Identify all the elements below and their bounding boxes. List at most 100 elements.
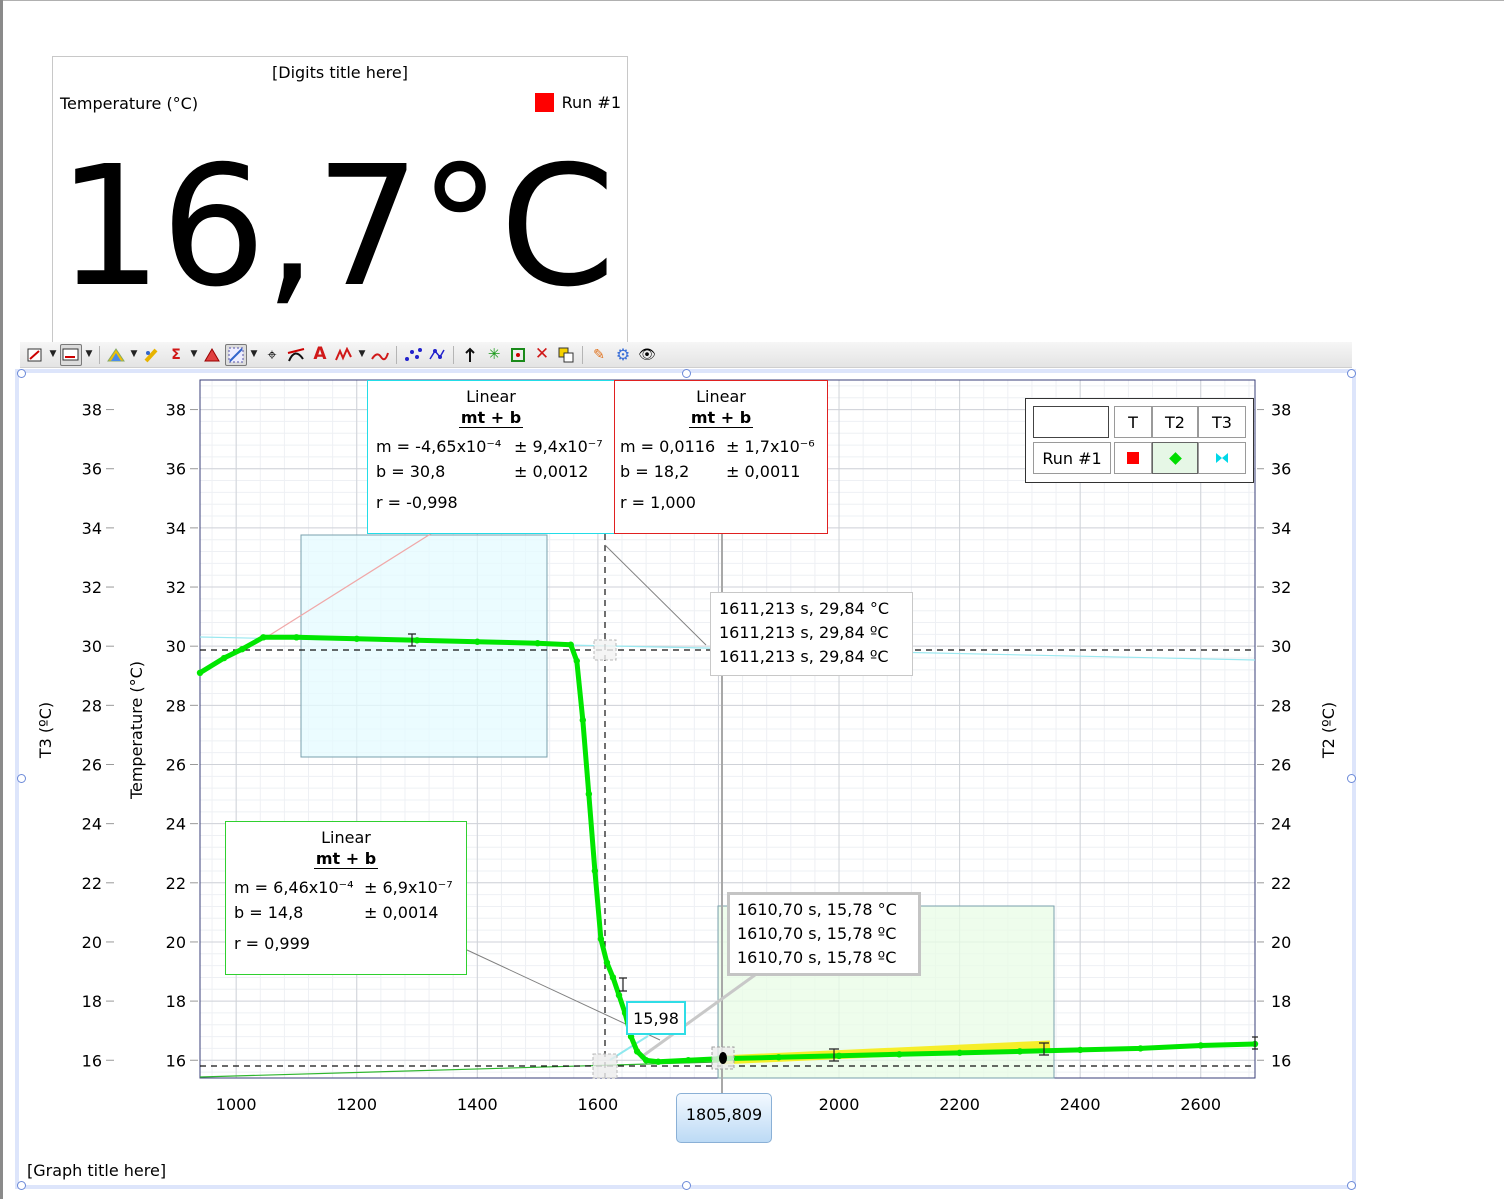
data-point — [1137, 1045, 1144, 1052]
t3-tick-label: 26 — [82, 755, 102, 774]
examine-tooltip-top[interactable]: 1611,213 s, 29,84 °C 1611,213 s, 29,84 º… — [710, 592, 913, 676]
examine-tooltip-bottom[interactable]: 1610,70 s, 15,78 °C 1610,70 s, 15,78 ºC … — [727, 892, 921, 976]
square-marker-icon — [1127, 452, 1139, 464]
fit-green-head: Linear — [321, 828, 371, 847]
fit-green-r: r = 0,999 — [234, 934, 310, 953]
x-tick-label: 2200 — [939, 1095, 980, 1114]
fit-cyan-formula: mt + b — [458, 408, 524, 428]
fit-red-m-err: ± 1,7x10⁻⁶ — [726, 437, 815, 456]
data-point — [220, 654, 228, 662]
tooltip-bottom-line-2: 1610,70 s, 15,78 ºC — [737, 924, 897, 943]
tooltip-bottom-line-3: 1610,70 s, 15,78 ºC — [737, 948, 897, 967]
data-point — [1197, 1042, 1204, 1049]
fit-red-b: b = 18,2 — [620, 462, 690, 481]
value-label[interactable]: 15,98 — [626, 1001, 686, 1035]
data-point — [567, 641, 574, 648]
t3-tick-label: 34 — [82, 519, 102, 538]
tooltip-top-line-2: 1611,213 s, 29,84 ºC — [719, 623, 889, 642]
x-cursor-badge[interactable]: 1805,809 — [676, 1093, 772, 1143]
legend-run-label: Run #1 — [1033, 442, 1111, 474]
x-tick-label: 2600 — [1180, 1095, 1221, 1114]
legend-T3-marker[interactable] — [1198, 442, 1246, 474]
legend-corner-cell — [1033, 406, 1109, 438]
data-point — [534, 640, 541, 647]
x-tick-label: 2400 — [1060, 1095, 1101, 1114]
data-point — [353, 635, 360, 642]
tooltip-top-line-1: 1611,213 s, 29,84 °C — [719, 599, 889, 618]
data-point — [579, 716, 587, 724]
t3-tick-label: 38 — [82, 401, 102, 420]
bowtie-marker-icon — [1216, 453, 1228, 463]
temperature-tick-label: 18 — [166, 992, 186, 1011]
data-point — [585, 790, 593, 798]
data-point — [591, 867, 599, 875]
data-point — [633, 1048, 641, 1055]
x-tick-label: 1200 — [336, 1095, 377, 1114]
fit-cyan-head: Linear — [466, 387, 516, 406]
t3-tick-label: 36 — [82, 460, 102, 479]
data-point — [1016, 1048, 1024, 1055]
crosshair-handle-bottom[interactable] — [592, 1053, 618, 1079]
t3-tick-label: 28 — [82, 696, 102, 715]
data-point — [293, 634, 300, 641]
t2-tick-label: 28 — [1271, 696, 1291, 715]
fit-cyan-m-err: ± 9,4x10⁻⁷ — [514, 437, 603, 456]
data-point — [196, 669, 204, 677]
fit-red-m: m = 0,0116 — [620, 437, 716, 456]
x-tick-label: 1400 — [457, 1095, 498, 1114]
t2-tick-label: 34 — [1271, 519, 1291, 538]
t2-tick-label: 38 — [1271, 401, 1291, 420]
temperature-tick-label: 34 — [166, 519, 186, 538]
x-tick-label: 1600 — [578, 1095, 619, 1114]
data-point — [896, 1051, 903, 1058]
fit-region-cyan[interactable] — [300, 534, 548, 758]
crosshair-handle-top[interactable] — [593, 639, 617, 661]
diamond-marker-icon — [1168, 451, 1182, 465]
fit-cyan-r: r = -0,998 — [376, 493, 458, 512]
legend-T2-marker[interactable] — [1152, 442, 1198, 474]
temperature-tick-label: 32 — [166, 578, 186, 597]
fit-green-m: m = 6,46x10⁻⁴ — [234, 878, 354, 897]
t3-tick-label: 20 — [82, 933, 102, 952]
data-point — [835, 1052, 843, 1060]
t3-tick-label: 24 — [82, 815, 102, 834]
fit-green-b-err: ± 0,0014 — [364, 903, 439, 922]
fit-green-formula-wrap: mt + b — [226, 849, 466, 869]
legend-T-marker[interactable] — [1114, 442, 1152, 474]
t2-tick-label: 32 — [1271, 578, 1291, 597]
temperature-tick-label: 36 — [166, 460, 186, 479]
temperature-tick-label: 24 — [166, 815, 186, 834]
data-point — [573, 657, 580, 665]
fit-box-green[interactable]: Linear mt + b m = 6,46x10⁻⁴ ± 6,9x10⁻⁷ b… — [225, 821, 467, 975]
fit-box-cyan[interactable]: Linear mt + b m = -4,65x10⁻⁴ ± 9,4x10⁻⁷ … — [367, 380, 615, 534]
t3-axis-label[interactable]: T3 (ºC) — [36, 702, 55, 759]
fit-cyan-b: b = 30,8 — [376, 462, 446, 481]
temperature-tick-label: 30 — [166, 637, 186, 656]
x-tick-label: 1000 — [216, 1095, 257, 1114]
t3-tick-label: 16 — [82, 1051, 102, 1070]
t2-tick-label: 24 — [1271, 815, 1291, 834]
tooltip-top-line-3: 1611,213 s, 29,84 ºC — [719, 647, 889, 666]
t3-tick-label: 30 — [82, 637, 102, 656]
t3-tick-label: 22 — [82, 874, 102, 893]
fit-cyan-b-err: ± 0,0012 — [514, 462, 589, 481]
temperature-axis-ticks: 16 18 20 22 24 26 28 30 32 34 36 38 — [166, 401, 198, 1070]
data-point — [260, 634, 267, 641]
cursor-point[interactable] — [719, 1052, 727, 1064]
graph-title[interactable]: [Graph title here] — [27, 1161, 166, 1180]
t2-tick-label: 18 — [1271, 992, 1291, 1011]
fit-red-formula: mt + b — [688, 408, 754, 428]
t2-axis-ticks: 16 18 20 22 24 26 28 30 32 34 36 38 — [1257, 401, 1291, 1070]
fit-green-m-err: ± 6,9x10⁻⁷ — [364, 878, 453, 897]
t2-tick-label: 20 — [1271, 933, 1291, 952]
t2-tick-label: 26 — [1271, 755, 1291, 774]
graph-legend[interactable]: T T2 T3 Run #1 — [1025, 398, 1254, 483]
temperature-tick-label: 38 — [166, 401, 186, 420]
t2-tick-label: 16 — [1271, 1051, 1291, 1070]
t3-axis-ticks: 16 18 20 22 24 26 28 30 32 34 36 38 — [82, 401, 114, 1070]
fit-box-red[interactable]: Linear mt + b m = 0,0116 ± 1,7x10⁻⁶ b = … — [614, 380, 828, 534]
temperature-axis-label[interactable]: Temperature (°C) — [127, 661, 146, 800]
data-point — [603, 959, 611, 966]
data-point — [685, 1057, 692, 1064]
t2-axis-label[interactable]: T2 (ºC) — [1319, 702, 1338, 759]
